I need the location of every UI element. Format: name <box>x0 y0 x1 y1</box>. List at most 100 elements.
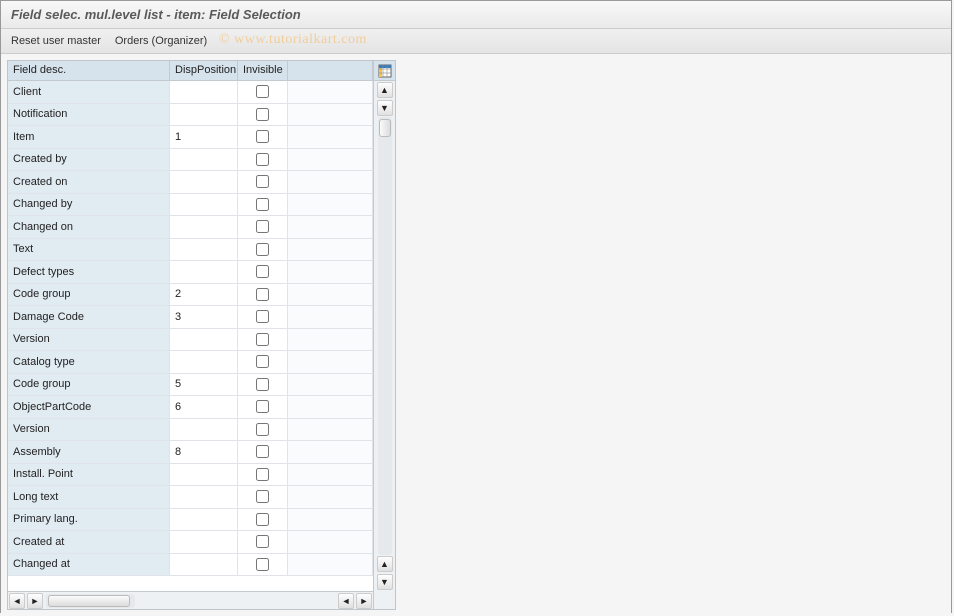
reset-user-master-button[interactable]: Reset user master <box>11 35 101 47</box>
field-desc-cell[interactable]: Long text <box>8 486 170 508</box>
disp-position-cell[interactable] <box>170 104 238 126</box>
table-row[interactable]: Long text <box>8 486 373 509</box>
invisible-checkbox[interactable] <box>256 535 269 548</box>
disp-position-cell[interactable] <box>170 171 238 193</box>
disp-position-cell[interactable]: 3 <box>170 306 238 328</box>
field-desc-cell[interactable]: Defect types <box>8 261 170 283</box>
table-row[interactable]: Changed by <box>8 194 373 217</box>
disp-position-cell[interactable] <box>170 554 238 576</box>
table-row[interactable]: Catalog type <box>8 351 373 374</box>
vscroll-track[interactable] <box>378 117 392 555</box>
table-row[interactable]: Notification <box>8 104 373 127</box>
table-row[interactable]: Code group5 <box>8 374 373 397</box>
table-row[interactable]: Code group2 <box>8 284 373 307</box>
hscroll-left2-icon[interactable]: ◄ <box>338 593 354 609</box>
invisible-checkbox[interactable] <box>256 175 269 188</box>
field-desc-cell[interactable]: Notification <box>8 104 170 126</box>
disp-position-cell[interactable]: 6 <box>170 396 238 418</box>
field-desc-cell[interactable]: Item <box>8 126 170 148</box>
invisible-checkbox[interactable] <box>256 378 269 391</box>
table-row[interactable]: Defect types <box>8 261 373 284</box>
disp-position-cell[interactable] <box>170 239 238 261</box>
hscroll-thumb[interactable] <box>48 595 130 607</box>
disp-position-cell[interactable] <box>170 486 238 508</box>
vscroll-up-icon[interactable]: ▲ <box>377 82 393 98</box>
table-row[interactable]: Primary lang. <box>8 509 373 532</box>
disp-position-cell[interactable] <box>170 531 238 553</box>
field-desc-cell[interactable]: ObjectPartCode <box>8 396 170 418</box>
disp-position-cell[interactable]: 8 <box>170 441 238 463</box>
invisible-checkbox[interactable] <box>256 558 269 571</box>
disp-position-cell[interactable]: 5 <box>170 374 238 396</box>
disp-position-cell[interactable] <box>170 351 238 373</box>
table-row[interactable]: ObjectPartCode6 <box>8 396 373 419</box>
field-desc-cell[interactable]: Changed at <box>8 554 170 576</box>
hscroll-left-icon[interactable]: ◄ <box>9 593 25 609</box>
col-header-field-desc[interactable]: Field desc. <box>8 61 170 80</box>
invisible-checkbox[interactable] <box>256 130 269 143</box>
disp-position-cell[interactable] <box>170 261 238 283</box>
invisible-checkbox[interactable] <box>256 423 269 436</box>
table-row[interactable]: Created by <box>8 149 373 172</box>
disp-position-cell[interactable] <box>170 464 238 486</box>
col-header-invisible[interactable]: Invisible <box>238 61 288 80</box>
table-row[interactable]: Text <box>8 239 373 262</box>
col-header-disp-position[interactable]: DispPosition <box>170 61 238 80</box>
disp-position-cell[interactable] <box>170 149 238 171</box>
invisible-checkbox[interactable] <box>256 265 269 278</box>
table-row[interactable]: Version <box>8 419 373 442</box>
invisible-checkbox[interactable] <box>256 198 269 211</box>
table-row[interactable]: Damage Code3 <box>8 306 373 329</box>
table-settings-icon[interactable] <box>374 61 395 81</box>
invisible-checkbox[interactable] <box>256 513 269 526</box>
hscroll-right2-icon[interactable]: ► <box>356 593 372 609</box>
field-desc-cell[interactable]: Install. Point <box>8 464 170 486</box>
field-desc-cell[interactable]: Damage Code <box>8 306 170 328</box>
table-row[interactable]: Changed at <box>8 554 373 577</box>
hscroll-right-icon[interactable]: ► <box>27 593 43 609</box>
disp-position-cell[interactable]: 2 <box>170 284 238 306</box>
field-desc-cell[interactable]: Created at <box>8 531 170 553</box>
invisible-checkbox[interactable] <box>256 490 269 503</box>
disp-position-cell[interactable] <box>170 81 238 103</box>
invisible-checkbox[interactable] <box>256 243 269 256</box>
vscroll-thumb[interactable] <box>379 119 391 137</box>
table-row[interactable]: Changed on <box>8 216 373 239</box>
table-row[interactable]: Item1 <box>8 126 373 149</box>
table-row[interactable]: Created on <box>8 171 373 194</box>
invisible-checkbox[interactable] <box>256 400 269 413</box>
disp-position-cell[interactable] <box>170 419 238 441</box>
field-desc-cell[interactable]: Catalog type <box>8 351 170 373</box>
invisible-checkbox[interactable] <box>256 333 269 346</box>
field-desc-cell[interactable]: Code group <box>8 284 170 306</box>
vscroll-down2-icon[interactable]: ▼ <box>377 574 393 590</box>
orders-organizer-button[interactable]: Orders (Organizer) <box>115 35 207 47</box>
vertical-scrollbar[interactable]: ▲ ▼ ▲ ▼ <box>374 81 395 591</box>
field-desc-cell[interactable]: Changed by <box>8 194 170 216</box>
invisible-checkbox[interactable] <box>256 288 269 301</box>
vscroll-down-icon[interactable]: ▼ <box>377 100 393 116</box>
invisible-checkbox[interactable] <box>256 310 269 323</box>
table-row[interactable]: Assembly8 <box>8 441 373 464</box>
vscroll-up2-icon[interactable]: ▲ <box>377 556 393 572</box>
horizontal-scrollbar[interactable]: ◄ ► ◄ ► <box>8 591 373 609</box>
disp-position-cell[interactable] <box>170 509 238 531</box>
invisible-checkbox[interactable] <box>256 468 269 481</box>
table-row[interactable]: Created at <box>8 531 373 554</box>
disp-position-cell[interactable] <box>170 194 238 216</box>
field-desc-cell[interactable]: Client <box>8 81 170 103</box>
disp-position-cell[interactable] <box>170 216 238 238</box>
field-desc-cell[interactable]: Primary lang. <box>8 509 170 531</box>
field-desc-cell[interactable]: Version <box>8 329 170 351</box>
field-desc-cell[interactable]: Code group <box>8 374 170 396</box>
table-row[interactable]: Client <box>8 81 373 104</box>
hscroll-track[interactable] <box>46 594 135 608</box>
field-desc-cell[interactable]: Version <box>8 419 170 441</box>
field-desc-cell[interactable]: Text <box>8 239 170 261</box>
field-desc-cell[interactable]: Created on <box>8 171 170 193</box>
invisible-checkbox[interactable] <box>256 108 269 121</box>
invisible-checkbox[interactable] <box>256 85 269 98</box>
table-row[interactable]: Version <box>8 329 373 352</box>
table-row[interactable]: Install. Point <box>8 464 373 487</box>
invisible-checkbox[interactable] <box>256 355 269 368</box>
